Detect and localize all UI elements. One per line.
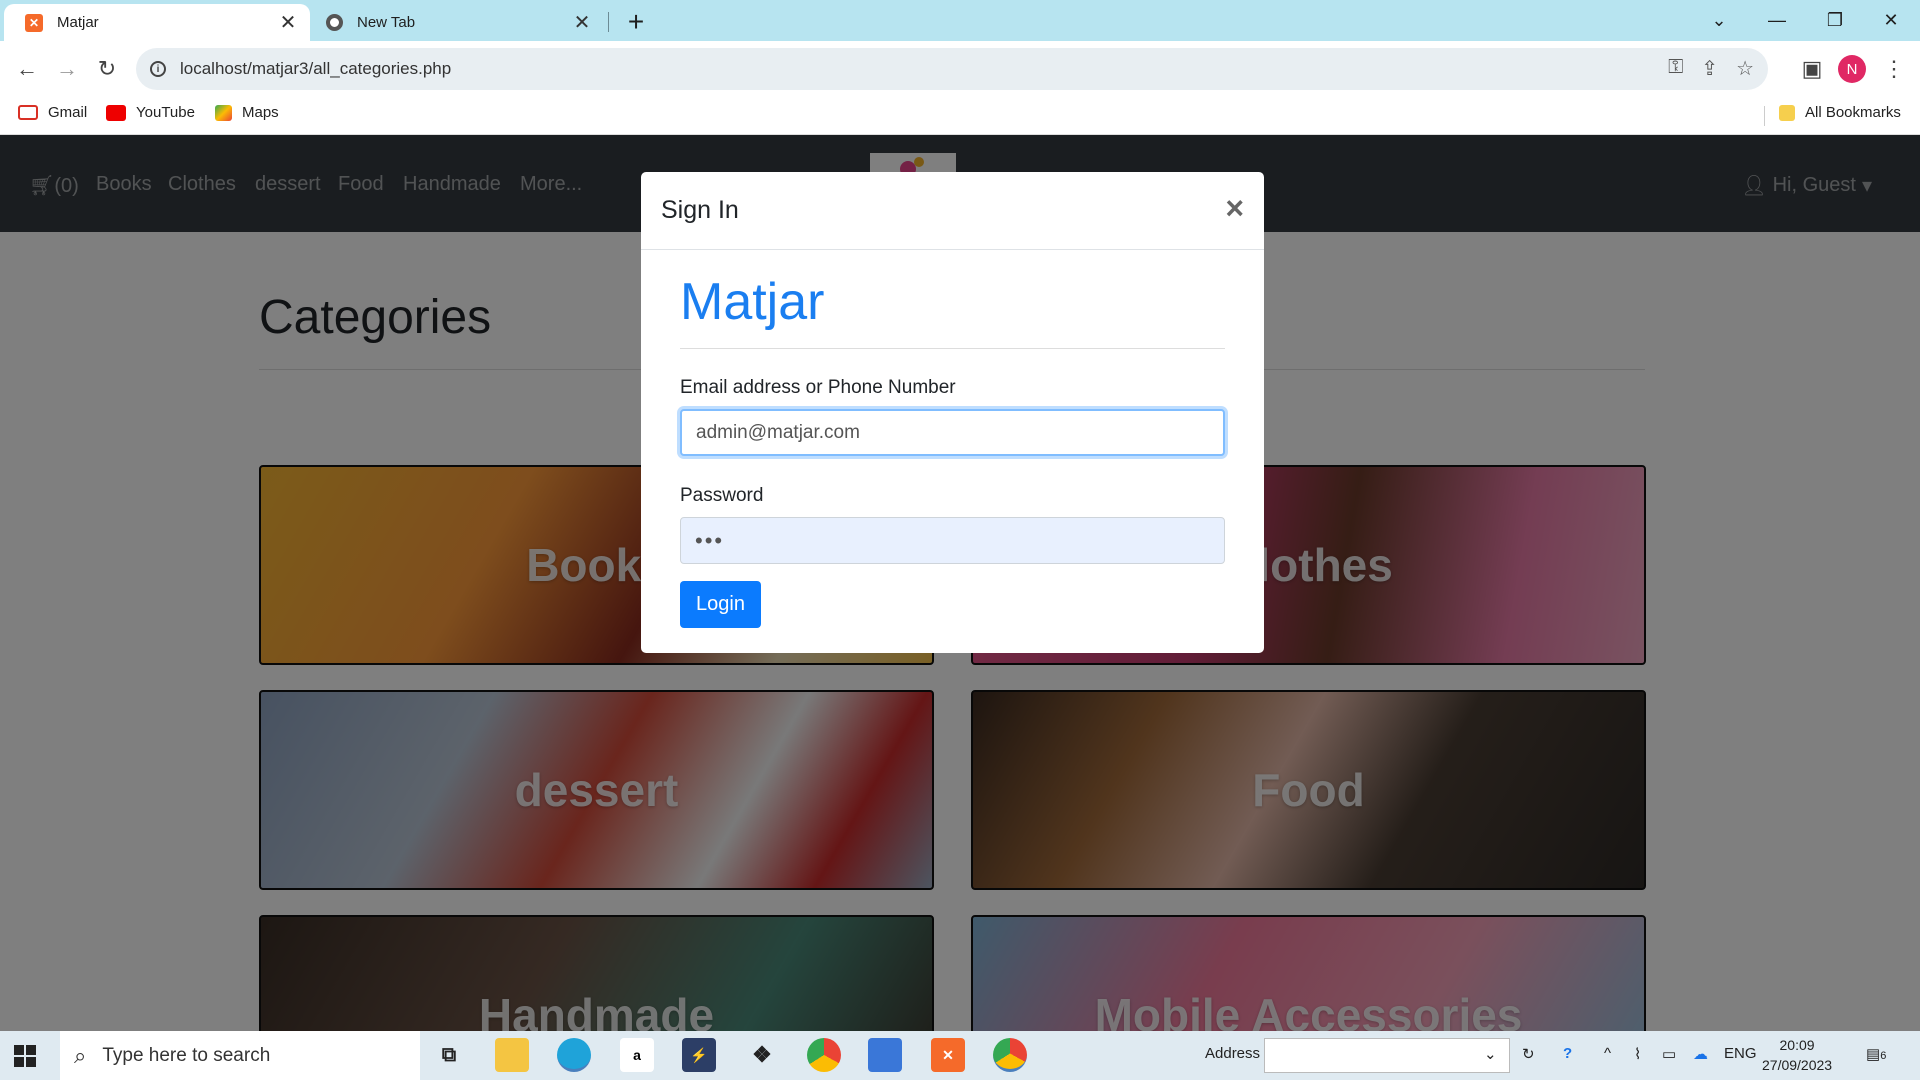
xampp-icon: ✕ [25, 13, 43, 32]
bookmark-label: Maps [242, 104, 279, 121]
tab-title: New Tab [357, 14, 416, 31]
search-placeholder: Type here to search [102, 1044, 271, 1066]
menu-kebab-icon[interactable]: ⋮ [1876, 51, 1912, 87]
restore-button[interactable]: ❐ [1806, 0, 1864, 41]
amazon-icon[interactable]: a [620, 1038, 654, 1072]
address-bar[interactable]: i localhost/matjar3/all_categories.php ⚿… [136, 48, 1768, 90]
browser-tab-strip: ✕ Matjar ✕ New Tab ✕ + ⌄ — ❐ ✕ [0, 0, 1920, 41]
login-button[interactable]: Login [680, 581, 761, 628]
task-view-icon[interactable]: ⧉ [432, 1038, 466, 1072]
system-clock[interactable]: 20:09 27/09/2023 [1762, 1035, 1832, 1075]
bookmark-gmail[interactable]: Gmail [18, 104, 87, 121]
minimize-button[interactable]: — [1748, 0, 1806, 41]
side-panel-icon[interactable]: ▣ [1794, 51, 1830, 87]
all-bookmarks-label: All Bookmarks [1805, 104, 1901, 121]
close-tab-icon[interactable]: ✕ [278, 10, 298, 35]
bookmarks-bar: Gmail YouTube Maps All Bookmarks [0, 98, 1920, 135]
site-info-icon[interactable]: i [150, 61, 166, 77]
password-label: Password [680, 485, 764, 506]
dropbox-icon[interactable]: ❖ [745, 1038, 779, 1072]
maps-icon [215, 104, 232, 121]
refresh-icon[interactable]: ↻ [1522, 1045, 1535, 1063]
all-bookmarks-button[interactable]: All Bookmarks [1779, 104, 1901, 121]
edge-icon[interactable] [557, 1038, 591, 1072]
modal-title: Sign In [661, 196, 739, 224]
modal-header: Sign In × [641, 172, 1264, 250]
bookmark-label: YouTube [136, 104, 195, 121]
help-icon[interactable]: ? [1563, 1045, 1572, 1062]
tab-matjar[interactable]: ✕ Matjar ✕ [4, 4, 310, 41]
bookmark-youtube[interactable]: YouTube [106, 104, 195, 121]
forward-button[interactable]: → [49, 51, 85, 87]
xampp-icon[interactable]: ✕ [931, 1038, 965, 1072]
language-indicator[interactable]: ENG [1724, 1045, 1757, 1062]
bookmark-label: Gmail [48, 104, 88, 121]
notifications-icon[interactable]: ▤6 [1866, 1045, 1886, 1063]
email-label: Email address or Phone Number [680, 377, 956, 398]
new-tab-button[interactable]: + [622, 6, 650, 38]
app-icon[interactable]: ⚡ [682, 1038, 716, 1072]
back-button[interactable]: ← [9, 51, 45, 87]
browser-toolbar: ← → ↻ i localhost/matjar3/all_categories… [0, 41, 1920, 98]
close-icon[interactable]: × [1225, 190, 1244, 227]
close-tab-icon[interactable]: ✕ [572, 10, 592, 35]
battery-icon[interactable]: ▭ [1662, 1045, 1676, 1063]
modal-divider [680, 348, 1225, 349]
chrome-icon [326, 14, 343, 31]
file-explorer-icon[interactable] [495, 1038, 529, 1072]
windows-taskbar: ⌕ Type here to search ⧉ a ⚡ ❖ ✕ Address … [0, 1031, 1920, 1080]
address-toolbar-input[interactable] [1264, 1038, 1510, 1073]
folder-icon [1779, 104, 1795, 121]
windows-start-button[interactable] [14, 1045, 36, 1067]
notification-count: 6 [1880, 1050, 1887, 1062]
email-field[interactable] [680, 409, 1225, 456]
chrome-icon[interactable] [807, 1038, 841, 1072]
gmail-icon [18, 105, 38, 120]
profile-avatar[interactable]: N [1838, 55, 1866, 83]
bookmark-star-icon[interactable]: ☆ [1736, 56, 1754, 81]
clock-date: 27/09/2023 [1762, 1057, 1833, 1073]
wifi-icon[interactable]: ⌇ [1634, 1045, 1641, 1063]
web-page: 🛒︎(0) Books Clothes dessert Food Handmad… [0, 135, 1920, 1031]
clock-time: 20:09 [1779, 1037, 1815, 1053]
tray-overflow-icon[interactable]: ^ [1604, 1045, 1611, 1062]
modal-brand: Matjar [680, 273, 825, 331]
address-toolbar-label: Address [1205, 1045, 1261, 1062]
onedrive-icon[interactable]: ☁ [1693, 1045, 1708, 1063]
url-text[interactable]: localhost/matjar3/all_categories.php [180, 59, 451, 79]
share-icon[interactable]: ⇪ [1701, 56, 1718, 81]
chrome-profile-icon[interactable] [993, 1038, 1027, 1072]
tab-divider [608, 12, 609, 32]
bookmarks-divider [1764, 106, 1765, 126]
chevron-down-icon[interactable]: ⌄ [1484, 1045, 1497, 1063]
password-field[interactable] [680, 517, 1225, 564]
close-window-button[interactable]: ✕ [1862, 0, 1920, 41]
tab-title: Matjar [57, 14, 99, 31]
search-icon: ⌕ [74, 1042, 87, 1068]
key-icon[interactable]: ⚿ [1668, 56, 1683, 81]
tab-search-chevron-icon[interactable]: ⌄ [1690, 0, 1748, 41]
sign-in-modal: Sign In × Matjar Email address or Phone … [641, 172, 1264, 653]
tab-new-tab[interactable]: New Tab ✕ [318, 4, 604, 41]
youtube-icon [106, 104, 126, 121]
reload-button[interactable]: ↻ [89, 51, 125, 87]
microsoft-store-icon[interactable] [868, 1038, 902, 1072]
taskbar-search-input[interactable]: ⌕ Type here to search [60, 1031, 420, 1080]
bookmark-maps[interactable]: Maps [215, 104, 279, 121]
